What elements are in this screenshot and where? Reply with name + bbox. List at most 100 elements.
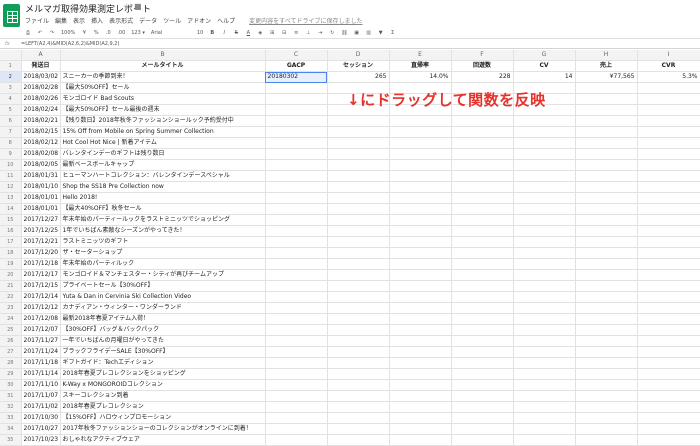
sales-cell[interactable] <box>575 236 638 249</box>
filter-icon[interactable]: ▼ <box>378 30 384 36</box>
pageviews-cell[interactable] <box>451 302 514 315</box>
mail-title-cell[interactable]: 2017年秋冬ファッションショーのコレクションがオンラインに到着！ <box>60 423 266 436</box>
sessions-cell[interactable] <box>327 148 390 161</box>
column-header-c[interactable]: C <box>265 50 328 62</box>
date-cell[interactable]: 2018/01/01 <box>21 192 61 205</box>
date-cell[interactable]: 2017/11/27 <box>21 335 61 348</box>
sessions-cell[interactable] <box>327 401 390 414</box>
mail-title-cell[interactable]: ラストミニッツのギフト <box>60 236 266 249</box>
sales-cell[interactable] <box>575 104 638 117</box>
cvr-cell[interactable] <box>637 203 700 216</box>
row-number[interactable]: 33 <box>0 412 22 425</box>
mail-title-cell[interactable]: Yuta & Dan in Cervinia Ski Collection Vi… <box>60 291 266 304</box>
date-cell[interactable]: 2018/02/24 <box>21 104 61 117</box>
font-size-select[interactable]: 10 <box>197 30 203 36</box>
cvr-cell[interactable] <box>637 335 700 348</box>
gacp-cell[interactable] <box>265 137 328 150</box>
gacp-cell[interactable] <box>265 390 328 403</box>
menu-addons[interactable]: アドオン <box>187 16 211 26</box>
row-number[interactable]: 11 <box>0 170 22 183</box>
sales-cell[interactable] <box>575 368 638 381</box>
bounce-rate-cell[interactable] <box>389 379 452 392</box>
sales-cell[interactable] <box>575 192 638 205</box>
cv-cell[interactable] <box>513 137 576 150</box>
gacp-cell[interactable] <box>265 346 328 359</box>
date-cell[interactable]: 2018/01/01 <box>21 203 61 216</box>
link-icon[interactable]: ⛓ <box>341 30 347 36</box>
gacp-cell[interactable] <box>265 324 328 337</box>
sessions-cell[interactable] <box>327 203 390 216</box>
sales-cell[interactable] <box>575 313 638 326</box>
decrease-decimal-button[interactable]: .0 <box>105 30 111 36</box>
cvr-cell[interactable] <box>637 93 700 106</box>
date-cell[interactable]: 2018/02/05 <box>21 159 61 172</box>
cvr-cell[interactable] <box>637 412 700 425</box>
date-cell[interactable]: 2018/01/31 <box>21 170 61 183</box>
cvr-cell[interactable] <box>637 357 700 370</box>
cvr-cell[interactable] <box>637 401 700 414</box>
sales-cell[interactable] <box>575 401 638 414</box>
row-number[interactable]: 16 <box>0 225 22 238</box>
mail-title-cell[interactable]: 【最大50%OFF】セール最後の週末 <box>60 104 266 117</box>
cv-cell[interactable] <box>513 346 576 359</box>
date-cell[interactable]: 2017/11/07 <box>21 390 61 403</box>
pageviews-cell[interactable] <box>451 236 514 249</box>
select-all-corner[interactable] <box>0 50 22 62</box>
mail-title-cell[interactable]: スニーカーの季節到来！ <box>60 71 266 84</box>
sessions-cell[interactable] <box>327 170 390 183</box>
sales-cell[interactable] <box>575 82 638 95</box>
row-number[interactable]: 35 <box>0 434 22 446</box>
cv-cell[interactable] <box>513 203 576 216</box>
gacp-cell[interactable] <box>265 434 328 446</box>
cvr-cell[interactable] <box>637 379 700 392</box>
date-cell[interactable]: 2017/12/14 <box>21 291 61 304</box>
cv-cell[interactable] <box>513 324 576 337</box>
sessions-cell[interactable] <box>327 434 390 446</box>
sales-cell[interactable] <box>575 93 638 106</box>
column-header-e[interactable]: E <box>389 50 452 62</box>
sales-cell[interactable] <box>575 258 638 271</box>
menu-data[interactable]: データ <box>139 16 157 26</box>
cvr-cell[interactable] <box>637 280 700 293</box>
gacp-cell[interactable] <box>265 412 328 425</box>
mail-title-cell[interactable]: 一年でいちばんの月曜日がやってきた <box>60 335 266 348</box>
menu-file[interactable]: ファイル <box>25 16 49 26</box>
sales-cell[interactable] <box>575 137 638 150</box>
gacp-cell[interactable] <box>265 214 328 227</box>
sales-cell[interactable]: ¥77,565 <box>575 71 638 84</box>
date-cell[interactable]: 2018/03/02 <box>21 71 61 84</box>
sales-cell[interactable] <box>575 159 638 172</box>
cvr-cell[interactable] <box>637 313 700 326</box>
gacp-cell-selected[interactable]: 20180302 <box>265 71 328 84</box>
row-number[interactable]: 9 <box>0 148 22 161</box>
cv-cell[interactable] <box>513 335 576 348</box>
pageviews-cell[interactable] <box>451 346 514 359</box>
bounce-rate-cell[interactable] <box>389 346 452 359</box>
bounce-rate-cell[interactable] <box>389 214 452 227</box>
header-date[interactable]: 発送日 <box>21 60 61 73</box>
date-cell[interactable]: 2017/11/02 <box>21 401 61 414</box>
cvr-cell[interactable] <box>637 181 700 194</box>
bounce-rate-cell[interactable] <box>389 269 452 282</box>
row-number[interactable]: 6 <box>0 115 22 128</box>
cv-cell[interactable] <box>513 280 576 293</box>
cv-cell[interactable] <box>513 313 576 326</box>
print-icon[interactable]: ⎙ <box>25 30 31 36</box>
folder-icon[interactable]: ■ <box>134 2 142 11</box>
mail-title-cell[interactable]: モンゴロイド Bad Scouts <box>60 93 266 106</box>
row-number[interactable]: 29 <box>0 368 22 381</box>
gacp-cell[interactable] <box>265 423 328 436</box>
date-cell[interactable]: 2018/02/12 <box>21 137 61 150</box>
sessions-cell[interactable] <box>327 313 390 326</box>
cv-cell[interactable] <box>513 236 576 249</box>
sessions-cell[interactable] <box>327 412 390 425</box>
sales-cell[interactable] <box>575 247 638 260</box>
pageviews-cell[interactable] <box>451 390 514 403</box>
sessions-cell[interactable] <box>327 335 390 348</box>
cvr-cell[interactable]: 5.3% <box>637 71 700 84</box>
row-number[interactable]: 28 <box>0 357 22 370</box>
gacp-cell[interactable] <box>265 170 328 183</box>
bounce-rate-cell[interactable] <box>389 181 452 194</box>
pageviews-cell[interactable] <box>451 401 514 414</box>
sessions-cell[interactable] <box>327 236 390 249</box>
